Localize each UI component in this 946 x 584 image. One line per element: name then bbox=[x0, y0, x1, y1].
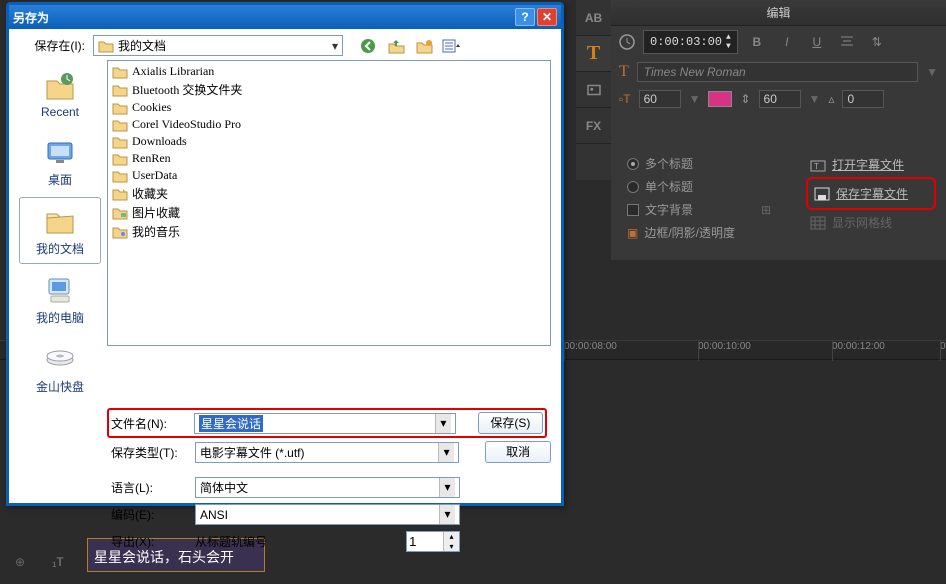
savetype-label: 保存类型(T): bbox=[111, 444, 189, 461]
list-item[interactable]: 收藏夹 bbox=[110, 184, 548, 203]
text-direction-icon[interactable]: ⇅ bbox=[866, 32, 888, 52]
edit-panel: 编辑 0:00:03:00▲▼ B I U ⇅ T Times New Roma… bbox=[611, 0, 946, 260]
label-textbg: 文字背景 bbox=[645, 201, 693, 218]
nav-up-icon[interactable] bbox=[385, 36, 407, 56]
save-button[interactable]: 保存(S) bbox=[478, 412, 543, 434]
list-item[interactable]: Axialis Librarian bbox=[110, 63, 548, 80]
export-value: 从标题轨编号 bbox=[195, 533, 267, 550]
rotation-icon: ▵ bbox=[828, 92, 834, 106]
textbg-settings-icon[interactable]: ⊞ bbox=[761, 203, 771, 217]
list-item[interactable]: Bluetooth 交换文件夹 bbox=[110, 80, 548, 99]
italic-button[interactable]: I bbox=[776, 32, 798, 52]
fontsize-icon: ▫T bbox=[619, 92, 631, 106]
list-item[interactable]: RenRen bbox=[110, 150, 548, 167]
kerning-icon: ⇕ bbox=[740, 92, 750, 106]
ruler-mark: 00:00:10:00 bbox=[698, 341, 751, 352]
encoding-select[interactable]: ANSI▾ bbox=[195, 504, 460, 525]
location-select[interactable]: 我的文档 ▾ bbox=[93, 35, 343, 56]
nav-viewmenu-icon[interactable] bbox=[441, 36, 463, 56]
time-input[interactable]: 0:00:03:00▲▼ bbox=[643, 30, 738, 54]
save-file-icon bbox=[814, 187, 830, 201]
font-t-icon: T bbox=[619, 63, 629, 81]
radio-single[interactable] bbox=[627, 181, 639, 193]
language-label: 语言(L): bbox=[111, 479, 189, 496]
color-swatch[interactable] bbox=[708, 91, 732, 107]
list-item[interactable]: UserData bbox=[110, 167, 548, 184]
file-list[interactable]: Axialis Librarian Bluetooth 交换文件夹 Cookie… bbox=[107, 60, 551, 346]
underline-button[interactable]: U bbox=[806, 32, 828, 52]
border-icon: ▣ bbox=[627, 226, 638, 240]
export-number-stepper[interactable]: ▴▾ bbox=[406, 531, 460, 552]
filename-input[interactable]: 星星会说话▾ bbox=[194, 413, 456, 434]
list-item[interactable]: Cookies bbox=[110, 99, 548, 116]
line-spacing-input[interactable]: 60 bbox=[759, 90, 801, 108]
place-desktop[interactable]: 桌面 bbox=[19, 128, 101, 195]
grid-icon bbox=[810, 216, 826, 230]
tool-title-icon[interactable]: T bbox=[576, 36, 611, 72]
dialog-title: 另存为 bbox=[13, 9, 49, 26]
savetype-select[interactable]: 电影字幕文件 (*.utf)▾ bbox=[195, 442, 459, 463]
label-multi: 多个标题 bbox=[645, 155, 693, 172]
place-mycomputer[interactable]: 我的电脑 bbox=[19, 266, 101, 333]
bold-button[interactable]: B bbox=[746, 32, 768, 52]
filename-label: 文件名(N): bbox=[111, 415, 188, 432]
list-item[interactable]: 图片收藏 bbox=[110, 203, 548, 222]
save-as-dialog: 另存为 ? ✕ 保存在(I): 我的文档 ▾ Recent bbox=[6, 2, 564, 506]
nav-back-icon[interactable] bbox=[357, 36, 379, 56]
cancel-button[interactable]: 取消 bbox=[485, 441, 551, 463]
check-textbg[interactable] bbox=[627, 204, 639, 216]
ruler-mark: 00:00:08:00 bbox=[564, 341, 617, 352]
label-single: 单个标题 bbox=[645, 178, 693, 195]
export-label: 导出(X): bbox=[111, 533, 189, 550]
open-file-icon: T bbox=[810, 158, 826, 172]
close-button[interactable]: ✕ bbox=[537, 8, 557, 26]
ruler-mark: 00:00:12:00 bbox=[832, 341, 885, 352]
encoding-label: 编码(E): bbox=[111, 506, 189, 523]
tool-ab-icon[interactable]: AB bbox=[576, 0, 611, 36]
mydocs-icon bbox=[98, 39, 114, 53]
label-border[interactable]: 边框/阴影/透明度 bbox=[644, 224, 735, 241]
place-recent[interactable]: Recent bbox=[19, 62, 101, 126]
help-button[interactable]: ? bbox=[515, 8, 535, 26]
clock-icon bbox=[619, 34, 635, 50]
font-select[interactable]: Times New Roman bbox=[637, 62, 918, 82]
radio-multi[interactable] bbox=[627, 158, 639, 170]
save-subtitle-link[interactable]: 保存字幕文件 bbox=[810, 181, 932, 206]
rotation-input[interactable]: 0 bbox=[842, 90, 884, 108]
place-kuaipan[interactable]: 金山快盘 bbox=[19, 335, 101, 402]
tool-decor-icon[interactable] bbox=[576, 72, 611, 108]
list-item[interactable]: 我的音乐 bbox=[110, 222, 548, 241]
svg-text:T: T bbox=[814, 162, 819, 171]
panel-title: 编辑 bbox=[611, 0, 946, 26]
show-grid-link: 显示网格线 bbox=[806, 210, 936, 235]
list-item[interactable]: Corel VideoStudio Pro bbox=[110, 116, 548, 133]
place-mydocs[interactable]: 我的文档 bbox=[19, 197, 101, 264]
nav-newfolder-icon[interactable] bbox=[413, 36, 435, 56]
tool-fx-icon[interactable]: FX bbox=[576, 108, 611, 144]
ruler-mark: 00:0 bbox=[940, 341, 946, 352]
language-select[interactable]: 简体中文▾ bbox=[195, 477, 460, 498]
list-item[interactable]: Downloads bbox=[110, 133, 548, 150]
open-subtitle-link[interactable]: T 打开字幕文件 bbox=[806, 152, 936, 177]
font-size-input[interactable]: 60 bbox=[639, 90, 681, 108]
align-center-icon[interactable] bbox=[836, 32, 858, 52]
save-in-label: 保存在(I): bbox=[19, 37, 89, 54]
